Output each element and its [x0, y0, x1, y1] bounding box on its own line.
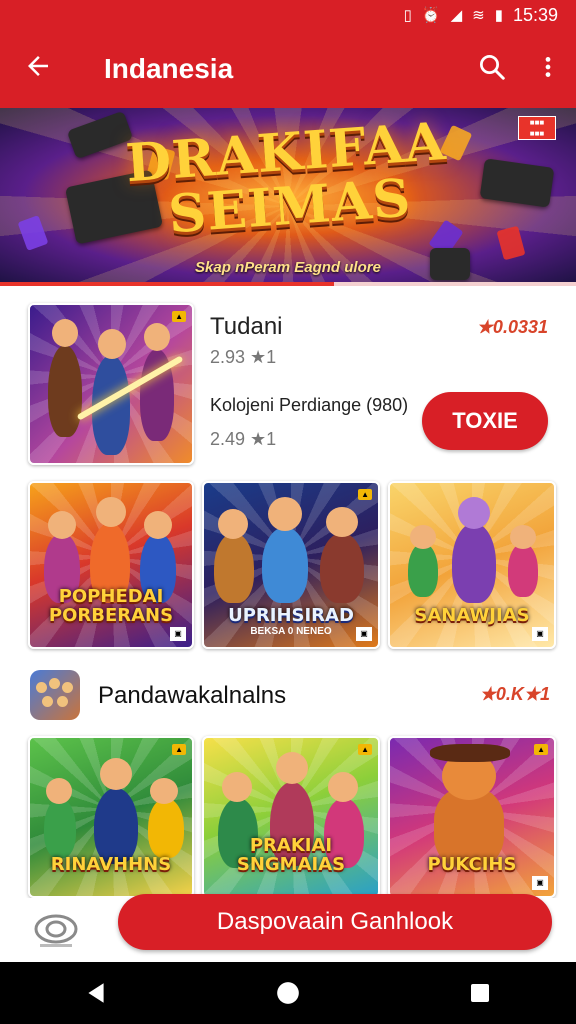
- status-bar: ▯ ⏰ ◢ ≋ ▮ 15:39: [0, 0, 576, 30]
- more-vert-icon: [545, 56, 551, 77]
- arrow-left-icon: [28, 56, 48, 76]
- hero-head: [510, 525, 536, 549]
- hero-head: [46, 778, 72, 804]
- hero-head: [96, 497, 126, 527]
- promo-banner[interactable]: ■■■ ■■■ DRAKIFAA SEIMAS Skap nPeram Eagnd…: [0, 108, 576, 286]
- hero-head: [458, 497, 490, 529]
- hero-figure: [94, 788, 138, 864]
- hero-head: [410, 525, 436, 549]
- game-tile[interactable]: UPRIHSIRAD BEKSA 0 NENEO ▲ ▣: [202, 481, 380, 649]
- tile-art-subtitle: BEKSA 0 NENEO: [250, 626, 332, 637]
- alarm-icon: ⏰: [421, 7, 441, 24]
- section-header[interactable]: Pandawakalnalns ★0.K★1: [30, 668, 550, 724]
- hero-figure: [262, 527, 308, 603]
- hero-head: [222, 772, 252, 802]
- more-options-button[interactable]: [520, 54, 576, 85]
- hero-figure: [214, 533, 254, 603]
- banner-progress-fill: [0, 282, 335, 286]
- avatar-face: [62, 682, 73, 693]
- hero-head: [52, 319, 78, 347]
- status-time: 15:39: [512, 4, 558, 25]
- thumb-corner-badge: ▲: [172, 744, 186, 755]
- brand-logo-icon: [34, 914, 78, 947]
- battery-icon: ▮: [494, 7, 503, 24]
- thumb-corner-badge: ▲: [358, 489, 372, 500]
- avatar-face: [49, 678, 60, 689]
- tile-art-title: RINAVHHNS: [50, 854, 172, 875]
- avatar-face: [36, 682, 47, 693]
- page-title: Indanesia: [104, 53, 234, 84]
- featured-rank: ★0.0331: [476, 317, 548, 337]
- square-recents-icon: [471, 984, 489, 1002]
- tile-art-title: SANAWJIAS: [414, 605, 530, 626]
- hero-figure: [320, 533, 364, 603]
- hero-head: [326, 507, 358, 537]
- avatar-face: [42, 696, 53, 707]
- nav-home-button[interactable]: [258, 973, 318, 1013]
- search-button[interactable]: [464, 52, 520, 87]
- hero-head: [48, 511, 76, 539]
- featured-score-2: 2.49 ★1: [210, 429, 277, 449]
- tile-art-title: UPRIHSIRAD: [228, 605, 354, 626]
- game-tile[interactable]: POPHEDAI PORBERANS ▣: [28, 481, 194, 649]
- section-name: Pandawakalnalns: [98, 682, 287, 709]
- section-avatar: [30, 670, 80, 720]
- triangle-back-icon: [88, 983, 104, 1003]
- hero-head: [328, 772, 358, 802]
- age-rating-badge: ▣: [356, 627, 372, 641]
- hero-figure: [508, 543, 538, 597]
- thumb-corner-badge: ▲: [534, 744, 548, 755]
- game-tile[interactable]: PUKCIHS ▲ ▣: [388, 736, 556, 898]
- hero-head: [144, 511, 172, 539]
- featured-title: Tudani: [210, 313, 283, 340]
- thumb-corner-badge: ▲: [172, 311, 186, 322]
- age-rating-badge: ▣: [532, 876, 548, 890]
- hero-figure: [452, 523, 496, 603]
- featured-item[interactable]: ▲ Tudani 2.93 ★1 Kolojeni Perdiange (980…: [28, 303, 548, 465]
- nav-back-button[interactable]: [66, 973, 126, 1013]
- wifi-icon: ≋: [472, 7, 485, 24]
- hero-head: [218, 509, 248, 539]
- hero-figure: [408, 543, 438, 597]
- vibrate-icon: ▯: [403, 7, 412, 24]
- app-bar: Indanesia: [0, 30, 576, 108]
- hero-figure: [430, 744, 510, 762]
- search-icon: [480, 54, 505, 80]
- download-cta-button[interactable]: Daspovaain Ganhlook: [118, 894, 552, 950]
- hero-head: [144, 323, 170, 351]
- hero-head: [268, 497, 302, 531]
- avatar-face: [57, 696, 68, 707]
- featured-description: Kolojeni Perdiange (980): [210, 395, 409, 415]
- game-tile[interactable]: SANAWJIAS ▣: [388, 481, 556, 649]
- signal-icon: ◢: [450, 7, 463, 24]
- banner-progress: [0, 282, 576, 286]
- circle-home-icon: [277, 982, 299, 1004]
- featured-thumbnail[interactable]: ▲: [28, 303, 194, 465]
- game-tile[interactable]: RINAVHHNS ▲: [28, 736, 194, 898]
- hero-head: [98, 329, 126, 359]
- game-tile[interactable]: PRAKIAI SNGMAIAS ▲: [202, 736, 380, 898]
- tile-art-title: PRAKIAI SNGMAIAS: [236, 835, 346, 875]
- featured-score-1: 2.93 ★1: [210, 347, 277, 367]
- nav-recents-button[interactable]: [450, 973, 510, 1013]
- section-rank: ★0.K★1: [479, 684, 550, 704]
- system-nav-bar: [0, 962, 576, 1024]
- featured-action-button[interactable]: TOXIE: [422, 392, 548, 450]
- banner-tagline: Skap nPeram Eagnd ulore: [195, 259, 381, 276]
- hero-head: [100, 758, 132, 790]
- hero-head: [150, 778, 178, 804]
- hero-figure: [148, 798, 184, 858]
- tile-art-title: POPHEDAI PORBERANS: [48, 586, 174, 626]
- hero-figure: [44, 798, 76, 858]
- age-rating-badge: ▣: [532, 627, 548, 641]
- hero-figure: [48, 345, 82, 437]
- back-button[interactable]: [0, 51, 76, 87]
- thumb-corner-badge: ▲: [358, 744, 372, 755]
- hero-head: [276, 752, 308, 784]
- tile-art-title: PUKCIHS: [427, 854, 517, 875]
- age-rating-badge: ▣: [170, 627, 186, 641]
